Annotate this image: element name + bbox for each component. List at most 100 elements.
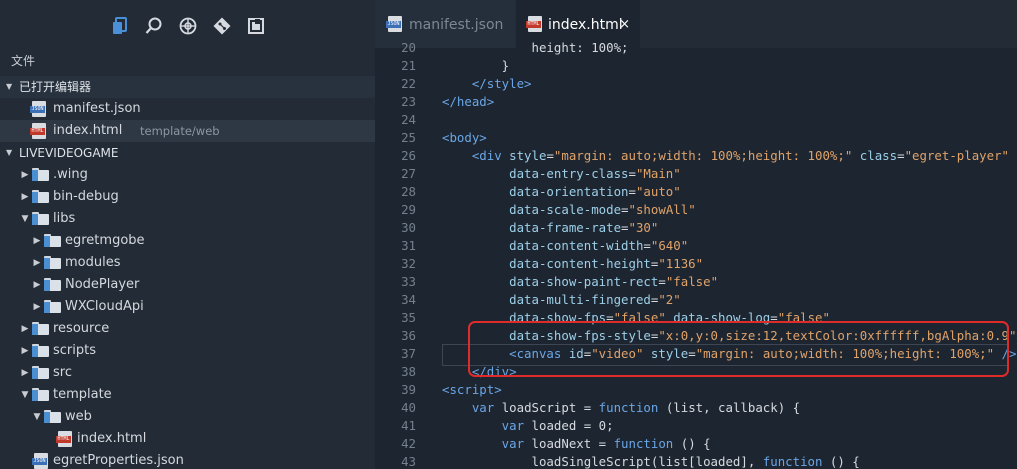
chevron-right-icon[interactable]: ▶ xyxy=(32,274,42,296)
project-header[interactable]: ▼ LIVEVIDEOGAME xyxy=(0,142,375,164)
code-token: "auto" xyxy=(635,184,681,199)
open-editor-item[interactable]: HTML index.html template/web xyxy=(0,120,375,142)
line-number: 20 xyxy=(401,40,416,55)
code-line[interactable]: loadSingleScript(list[loaded], function … xyxy=(442,454,860,469)
code-line[interactable]: </head> xyxy=(442,94,494,109)
code-token: "640" xyxy=(650,238,689,253)
open-editor-item[interactable]: JSON manifest.json xyxy=(0,98,375,120)
tree-file[interactable]: JSON egretProperties.json xyxy=(0,450,375,469)
annotation-highlight-box xyxy=(468,321,1009,377)
code-line[interactable]: var loaded = 0; xyxy=(442,418,614,433)
debug-icon[interactable] xyxy=(171,9,205,43)
line-number: 26 xyxy=(401,148,416,163)
line-number: 41 xyxy=(401,418,416,433)
extensions-icon[interactable] xyxy=(239,9,273,43)
json-file-icon: JSON xyxy=(30,101,46,117)
code-token: = xyxy=(546,148,554,163)
code-token: "2" xyxy=(658,292,681,307)
git-icon[interactable] xyxy=(205,9,239,43)
line-number: 37 xyxy=(401,346,416,361)
code-line[interactable]: </style> xyxy=(442,76,532,91)
tree-item-label: WXCloudApi xyxy=(65,299,144,314)
line-number: 42 xyxy=(401,436,416,451)
line-number: 40 xyxy=(401,400,416,415)
code-token: data-multi-fingered xyxy=(442,292,651,307)
html-file-icon: HTML xyxy=(30,123,46,139)
code-line[interactable]: <script> xyxy=(442,382,502,397)
code-line[interactable]: var loadNext = function () { xyxy=(442,436,711,451)
open-editors-header[interactable]: ▼ 已打开编辑器 xyxy=(0,76,375,98)
chevron-down-icon[interactable]: ▼ xyxy=(20,384,30,406)
line-number: 39 xyxy=(401,382,416,397)
code-token: data-entry-class xyxy=(442,166,629,181)
files-icon[interactable] xyxy=(103,9,137,43)
tree-item-label: .wing xyxy=(53,167,88,182)
code-token: } xyxy=(442,58,510,73)
chevron-down-icon[interactable]: ▼ xyxy=(20,208,30,230)
code-token: "Main" xyxy=(635,166,681,181)
code-line[interactable]: data-frame-rate="30" xyxy=(442,220,658,235)
code-line[interactable]: data-entry-class="Main" xyxy=(442,166,681,181)
tree-item-label: egretProperties.json xyxy=(53,453,184,468)
line-number: 36 xyxy=(401,328,416,343)
code-token: "30" xyxy=(628,220,659,235)
tree-folder[interactable]: ▶ bin-debug xyxy=(0,186,375,208)
chevron-down-icon[interactable]: ▼ xyxy=(32,406,42,428)
search-icon[interactable] xyxy=(137,9,171,43)
tree-item-label: bin-debug xyxy=(53,189,119,204)
json-file-icon: JSON xyxy=(386,16,402,32)
chevron-right-icon[interactable]: ▶ xyxy=(20,340,30,362)
line-number: 31 xyxy=(401,238,416,253)
code-line[interactable]: data-content-width="640" xyxy=(442,238,688,253)
code-token: <div xyxy=(442,148,510,163)
line-number: 43 xyxy=(401,454,416,469)
collapse-triangle-icon: ▼ xyxy=(6,82,13,91)
folder-icon xyxy=(32,366,49,379)
tree-item-label: egretmgobe xyxy=(65,233,145,248)
tree-folder[interactable]: ▶ WXCloudApi xyxy=(0,296,375,318)
chevron-right-icon[interactable]: ▶ xyxy=(20,318,30,340)
chevron-right-icon[interactable]: ▶ xyxy=(20,362,30,384)
tree-folder[interactable]: ▶ scripts xyxy=(0,340,375,362)
explorer-title: 文件 xyxy=(11,54,36,68)
code-line[interactable]: data-content-height="1136" xyxy=(442,256,703,271)
code-line[interactable]: data-scale-mode="showAll" xyxy=(442,202,696,217)
code-line[interactable]: height: 100%; xyxy=(442,40,629,55)
tree-folder[interactable]: ▶ modules xyxy=(0,252,375,274)
code-line[interactable]: } xyxy=(442,58,509,73)
tree-folder[interactable]: ▼ template xyxy=(0,384,375,406)
code-token: </style> xyxy=(442,76,532,91)
tree-folder[interactable]: ▶ src xyxy=(0,362,375,384)
tree-folder[interactable]: ▼ web xyxy=(0,406,375,428)
line-number: 38 xyxy=(401,364,416,379)
chevron-right-icon[interactable]: ▶ xyxy=(32,296,42,318)
tree-file[interactable]: HTML index.html xyxy=(0,428,375,450)
code-token: function xyxy=(598,400,659,415)
code-line[interactable]: data-multi-fingered="2" xyxy=(442,292,681,307)
json-file-icon: JSON xyxy=(32,453,48,469)
activity-bar xyxy=(0,0,375,52)
chevron-right-icon[interactable]: ▶ xyxy=(20,186,30,208)
chevron-right-icon[interactable]: ▶ xyxy=(20,164,30,186)
tree-folder[interactable]: ▶ NodePlayer xyxy=(0,274,375,296)
project-label: LIVEVIDEOGAME xyxy=(19,146,119,160)
code-token: var xyxy=(442,436,532,451)
code-line[interactable]: var loadScript = function (list, callbac… xyxy=(442,400,800,415)
code-line[interactable]: <body> xyxy=(442,130,487,145)
tree-folder[interactable]: ▶ egretmgobe xyxy=(0,230,375,252)
tree-folder[interactable]: ▶ .wing xyxy=(0,164,375,186)
folder-icon xyxy=(44,234,61,247)
code-token: = xyxy=(658,274,666,289)
chevron-right-icon[interactable]: ▶ xyxy=(32,252,42,274)
tree-folder[interactable]: ▼ libs xyxy=(0,208,375,230)
tree-folder[interactable]: ▶ resource xyxy=(0,318,375,340)
chevron-right-icon[interactable]: ▶ xyxy=(32,230,42,252)
code-line[interactable]: data-show-paint-rect="false" xyxy=(442,274,718,289)
tree-item-label: resource xyxy=(53,321,110,336)
code-token: = xyxy=(897,148,905,163)
code-line[interactable]: <div style="margin: auto;width: 100%;hei… xyxy=(442,148,1009,163)
open-editor-label: manifest.json xyxy=(53,101,141,116)
code-line[interactable]: data-orientation="auto" xyxy=(442,184,681,199)
line-number: 33 xyxy=(401,274,416,289)
